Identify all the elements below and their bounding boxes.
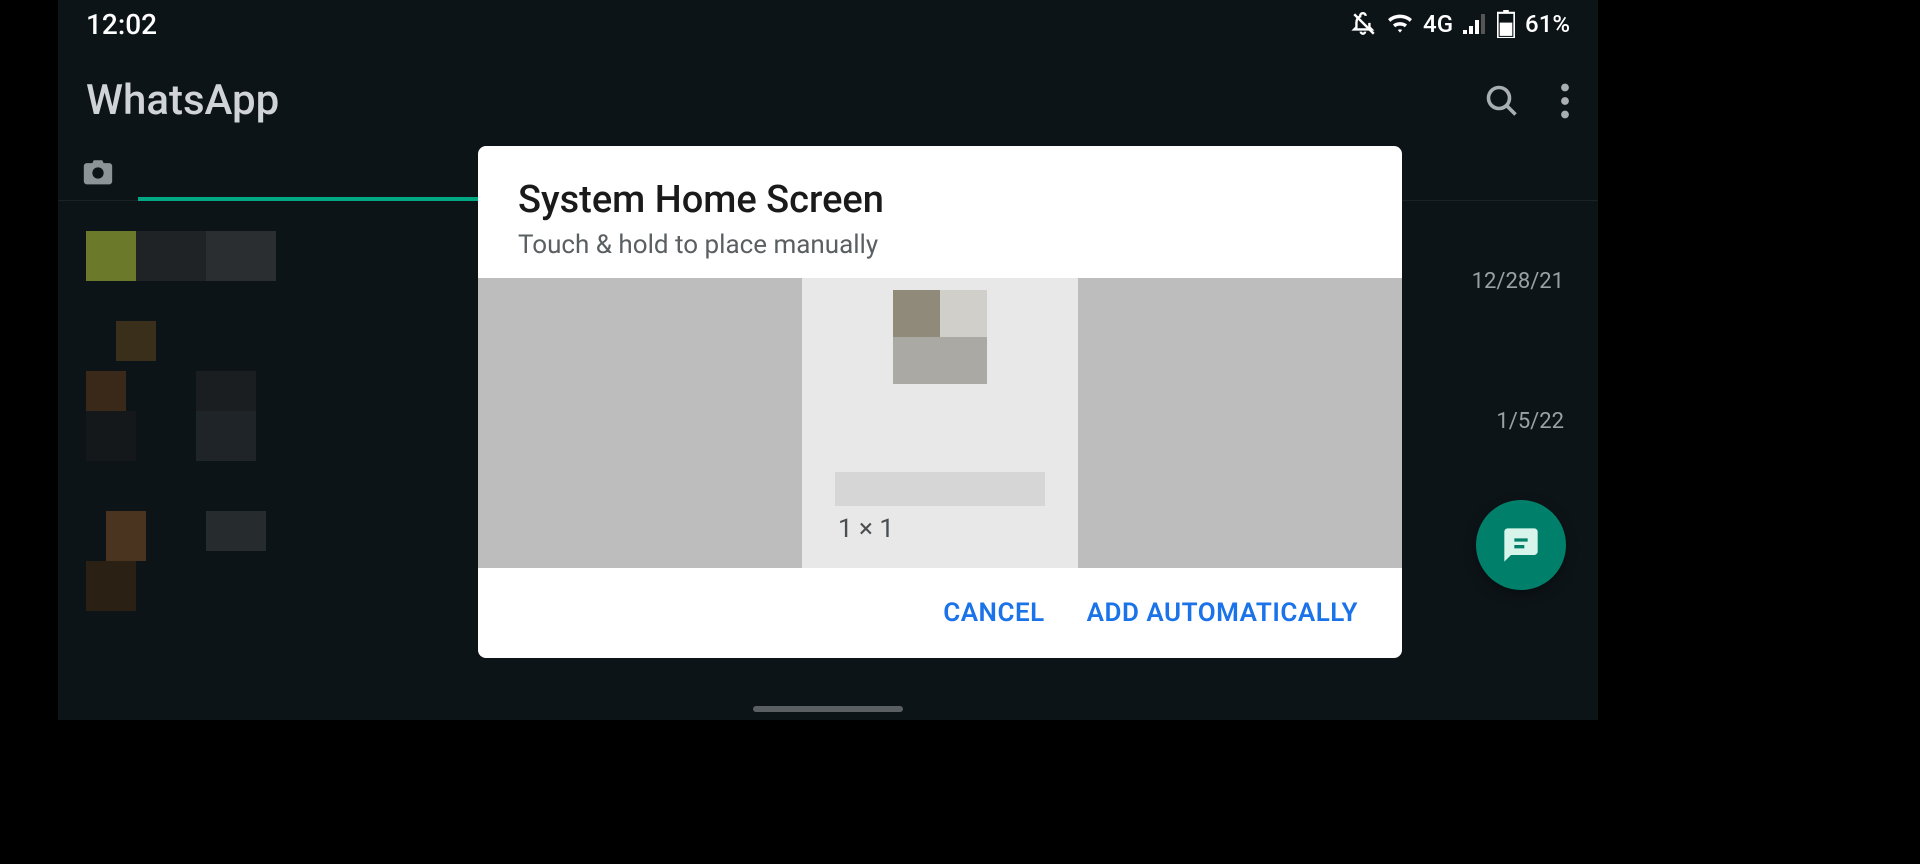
widget-preview-area[interactable]: 1 × 1 (478, 278, 1402, 568)
cancel-button[interactable]: CANCEL (943, 598, 1044, 628)
widget-dialog: System Home Screen Touch & hold to place… (478, 146, 1402, 658)
dialog-title: System Home Screen (518, 178, 1362, 222)
add-automatically-button[interactable]: ADD AUTOMATICALLY (1087, 598, 1358, 628)
modal-overlay: System Home Screen Touch & hold to place… (0, 0, 1920, 864)
widget-thumbnail[interactable] (893, 290, 987, 384)
dialog-subtitle: Touch & hold to place manually (518, 230, 1362, 260)
widget-size: 1 × 1 (802, 514, 894, 544)
widget-label-placeholder (835, 472, 1045, 506)
